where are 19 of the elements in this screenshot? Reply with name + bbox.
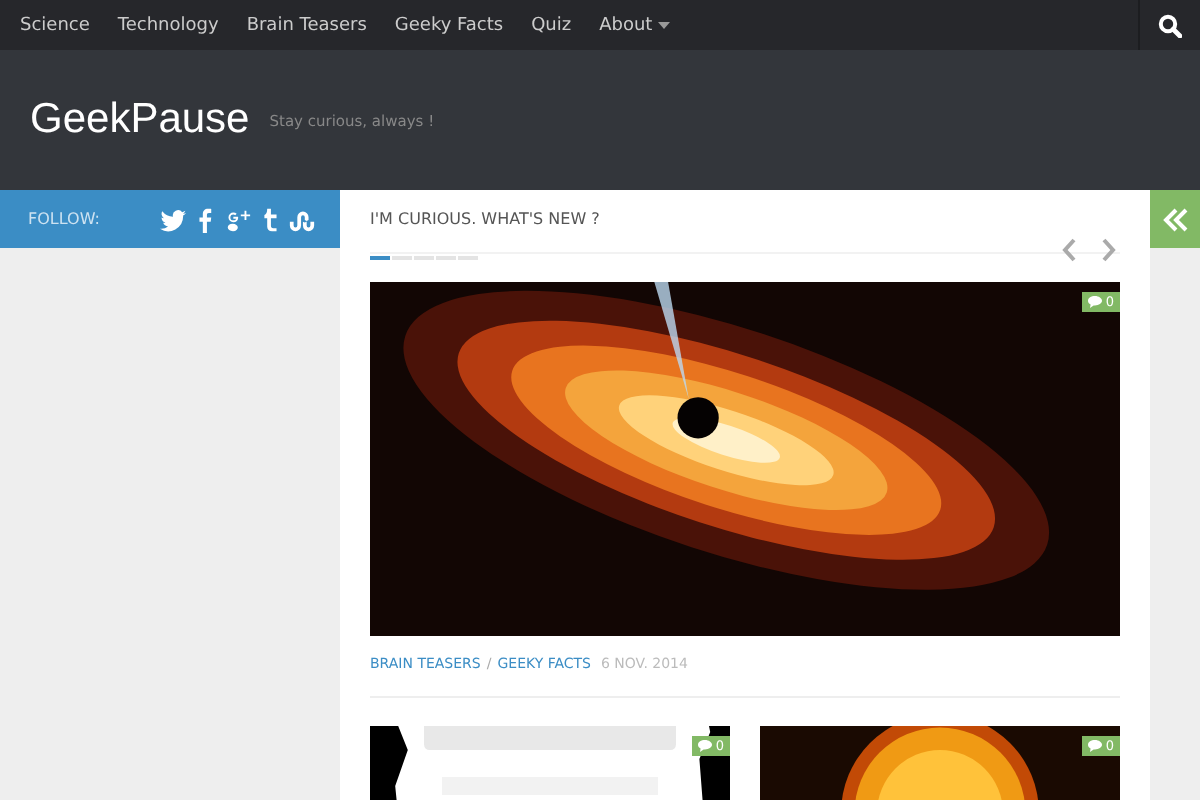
speech-bubble-icon — [697, 740, 712, 752]
nav-link[interactable]: About — [585, 0, 685, 50]
double-chevron-icon — [1161, 205, 1189, 233]
google-plus-icon[interactable] — [224, 205, 252, 233]
site-title[interactable]: GeekPause — [30, 96, 250, 144]
nav-link[interactable]: Quiz — [517, 0, 586, 50]
nav-link[interactable]: Technology — [103, 0, 233, 50]
sidebar-toggle[interactable] — [1150, 190, 1200, 248]
section-heading: I'M CURIOUS. WHAT'S NEW ? — [370, 210, 600, 228]
speech-bubble-icon — [1087, 296, 1102, 308]
nav-link[interactable]: Geeky Facts — [380, 0, 518, 50]
search-icon — [1158, 13, 1182, 37]
follow-label: FOLLOW: — [28, 210, 100, 228]
speech-bubble-icon — [1087, 740, 1102, 752]
chevron-left-icon[interactable] — [1062, 238, 1078, 262]
twitter-bird-icon[interactable] — [160, 205, 188, 233]
nav-link[interactable]: Brain Teasers — [232, 0, 381, 50]
chevron-right-icon[interactable] — [1100, 238, 1116, 262]
nav-link[interactable]: Science — [6, 0, 104, 50]
